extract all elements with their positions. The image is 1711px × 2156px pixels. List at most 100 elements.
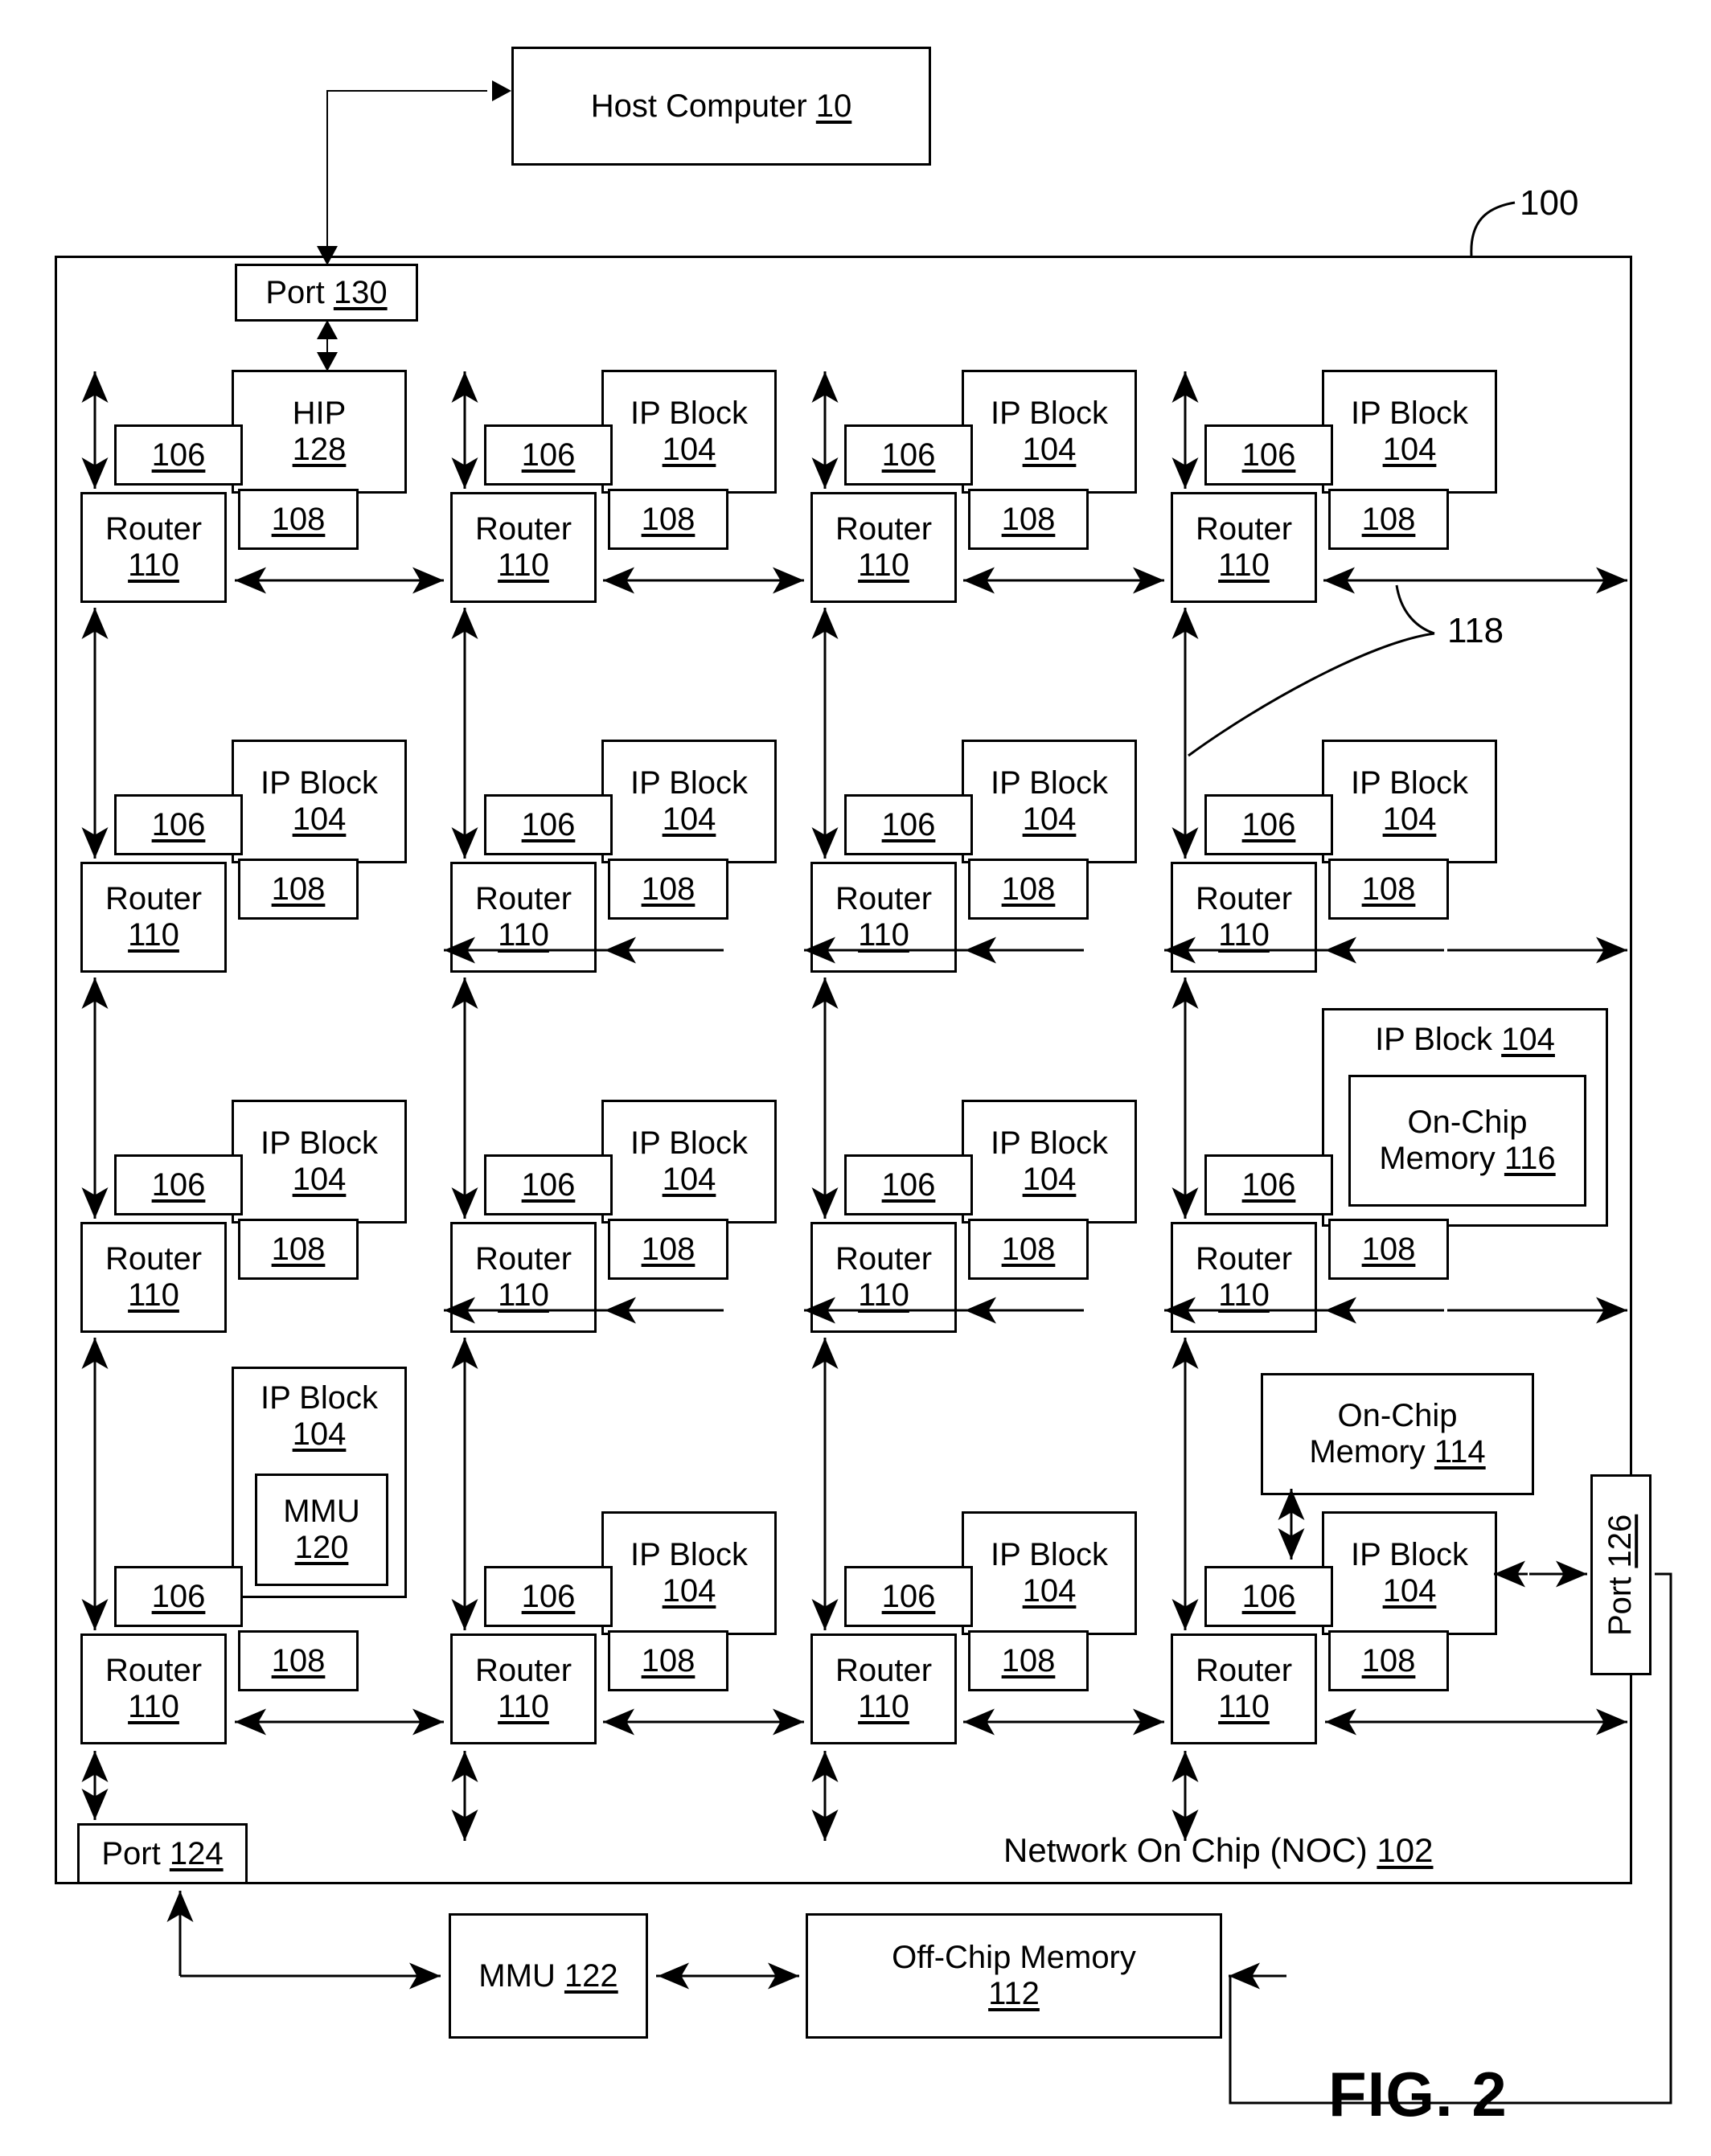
mmu-120-box: MMU 120 <box>255 1474 388 1586</box>
tile-r4c1-link108-box: 108 <box>238 1630 359 1691</box>
tile-r3c2-link108-label: 108 <box>641 1231 695 1267</box>
tile-r4c1-router-box: Router 110 <box>80 1633 227 1744</box>
tile-r4c3-link108-box: 108 <box>968 1630 1089 1691</box>
port-124-label: Port 124 <box>101 1835 224 1871</box>
tile-r1c1-link108-label: 108 <box>271 501 326 537</box>
tile-r3c4-router-box: Router 110 <box>1171 1222 1317 1333</box>
tile-r3c3-link108-box: 108 <box>968 1219 1089 1280</box>
tile-r1c2-link106-box: 106 <box>484 424 613 486</box>
tile-r4c1-ip-label: IP Block 104 <box>261 1380 378 1452</box>
tile-r2c3-link106-box: 106 <box>844 794 973 855</box>
tile-r2c3-link108-label: 108 <box>1001 871 1056 907</box>
tile-r1c2-ip-box: IP Block 104 <box>601 370 777 494</box>
tile-r1c2-router-box: Router 110 <box>450 492 597 603</box>
tile-r3c2-ip-label: IP Block 104 <box>630 1125 748 1197</box>
tile-r2c2-link106-box: 106 <box>484 794 613 855</box>
port-126-box: Port 126 <box>1590 1474 1652 1675</box>
tile-r1c1-router-label: Router 110 <box>105 511 203 583</box>
tile-r3c3-router-box: Router 110 <box>810 1222 957 1333</box>
tile-r4c1-link106-box: 106 <box>114 1566 243 1627</box>
tile-r2c1-link108-label: 108 <box>271 871 326 907</box>
mmu-122-label: MMU 122 <box>478 1957 618 1994</box>
tile-r1c4-link106-box: 106 <box>1204 424 1333 486</box>
tile-r1c3-ip-box: IP Block 104 <box>962 370 1137 494</box>
host-computer-label: Host Computer 10 <box>590 88 852 124</box>
tile-r4c4-router-box: Router 110 <box>1171 1633 1317 1744</box>
tile-r1c2-link106-label: 106 <box>521 437 576 473</box>
tile-r4c3-router-box: Router 110 <box>810 1633 957 1744</box>
tile-r3c3-link108-label: 108 <box>1001 1231 1056 1267</box>
tile-r1c4-link108-box: 108 <box>1328 489 1449 550</box>
tile-r4c1-link106-label: 106 <box>151 1578 206 1614</box>
tile-r3c4-ip-label: IP Block 104 <box>1375 1022 1555 1057</box>
tile-r3c3-ip-label: IP Block 104 <box>991 1125 1108 1197</box>
tile-r4c4-link106-box: 106 <box>1204 1566 1333 1627</box>
tile-r4c2-ip-label: IP Block 104 <box>630 1537 748 1609</box>
host-feed-horizontal <box>326 90 487 92</box>
tile-r2c4-ip-label: IP Block 104 <box>1351 765 1468 837</box>
tile-r2c4-router-box: Router 110 <box>1171 862 1317 973</box>
tile-r3c3-link106-label: 106 <box>881 1166 936 1203</box>
tile-r2c1-ip-box: IP Block 104 <box>232 740 407 863</box>
tile-r2c1-ip-label: IP Block 104 <box>261 765 378 837</box>
tile-r1c1-router-box: Router 110 <box>80 492 227 603</box>
tile-r4c3-link106-label: 106 <box>881 1578 936 1614</box>
host-feed-vertical <box>326 90 328 265</box>
tile-r1c4-router-label: Router 110 <box>1195 511 1293 583</box>
tile-r1c3-ip-label: IP Block 104 <box>991 396 1108 467</box>
offchip-memory-112-label: Off-Chip Memory 112 <box>892 1940 1136 2011</box>
onchip-memory-116-box: On-Chip Memory 116 <box>1348 1075 1586 1207</box>
tile-r3c1-ip-box: IP Block 104 <box>232 1100 407 1224</box>
tile-r4c1-ip-mmu-box: IP Block 104 MMU 120 <box>232 1367 407 1598</box>
tile-r3c2-link106-box: 106 <box>484 1154 613 1215</box>
tile-r2c2-router-box: Router 110 <box>450 862 597 973</box>
tile-r3c1-ip-label: IP Block 104 <box>261 1125 378 1197</box>
tile-r2c3-ip-label: IP Block 104 <box>991 765 1108 837</box>
tile-r1c3-link108-box: 108 <box>968 489 1089 550</box>
tile-r1c1-hip-label: HIP 128 <box>292 396 347 467</box>
tile-r2c1-link108-box: 108 <box>238 859 359 920</box>
tile-r2c3-router-label: Router 110 <box>835 881 933 953</box>
tile-r1c3-link108-label: 108 <box>1001 501 1056 537</box>
tile-r1c2-ip-label: IP Block 104 <box>630 396 748 467</box>
tile-r1c2-link108-box: 108 <box>608 489 728 550</box>
tile-r4c3-link106-box: 106 <box>844 1566 973 1627</box>
tile-r4c2-router-box: Router 110 <box>450 1633 597 1744</box>
tile-r3c2-link106-label: 106 <box>521 1166 576 1203</box>
tile-r4c3-ip-box: IP Block 104 <box>962 1511 1137 1635</box>
link-ref-118: 118 <box>1447 611 1504 650</box>
tile-r2c2-ip-label: IP Block 104 <box>630 765 748 837</box>
tile-r1c4-router-box: Router 110 <box>1171 492 1317 603</box>
system-ref-100-leader <box>1470 201 1516 256</box>
tile-r1c4-ip-label: IP Block 104 <box>1351 396 1468 467</box>
tile-r4c4-link108-box: 108 <box>1328 1630 1449 1691</box>
tile-r4c3-link108-label: 108 <box>1001 1642 1056 1678</box>
tile-r3c2-ip-box: IP Block 104 <box>601 1100 777 1224</box>
mmu-122-box: MMU 122 <box>449 1913 648 2039</box>
tile-r1c1-link106-box: 106 <box>114 424 243 486</box>
tile-r3c4-link108-label: 108 <box>1361 1231 1416 1267</box>
tile-r2c2-link108-box: 108 <box>608 859 728 920</box>
tile-r1c1-link108-box: 108 <box>238 489 359 550</box>
tile-r2c4-ip-box: IP Block 104 <box>1322 740 1497 863</box>
tile-r1c3-link106-box: 106 <box>844 424 973 486</box>
tile-r4c4-router-label: Router 110 <box>1195 1653 1293 1724</box>
tile-r1c1-link106-label: 106 <box>151 437 206 473</box>
tile-r3c4-link106-box: 106 <box>1204 1154 1333 1215</box>
tile-r3c4-ip-memory-box: IP Block 104 On-Chip Memory 116 <box>1322 1008 1608 1227</box>
onchip-memory-116-label: On-Chip Memory 116 <box>1379 1105 1556 1176</box>
tile-r4c4-link106-label: 106 <box>1241 1578 1296 1614</box>
tile-r1c3-router-box: Router 110 <box>810 492 957 603</box>
port130-hip-arrow-up <box>317 320 338 339</box>
tile-r3c4-link106-label: 106 <box>1241 1166 1296 1203</box>
port-130-box: Port 130 <box>235 264 418 322</box>
tile-r1c2-link108-label: 108 <box>641 501 695 537</box>
tile-r4c4-ip-box: IP Block 104 <box>1322 1511 1497 1635</box>
port-126-label: Port 126 <box>1602 1514 1639 1636</box>
port-124-box: Port 124 <box>77 1823 248 1884</box>
figure-2-canvas: Host Computer 10 100 Network On Chip (NO… <box>0 0 1711 2156</box>
tile-r4c3-ip-label: IP Block 104 <box>991 1537 1108 1609</box>
tile-r3c1-router-box: Router 110 <box>80 1222 227 1333</box>
tile-r4c1-router-label: Router 110 <box>105 1653 203 1724</box>
host-feed-arrowhead <box>492 80 511 101</box>
